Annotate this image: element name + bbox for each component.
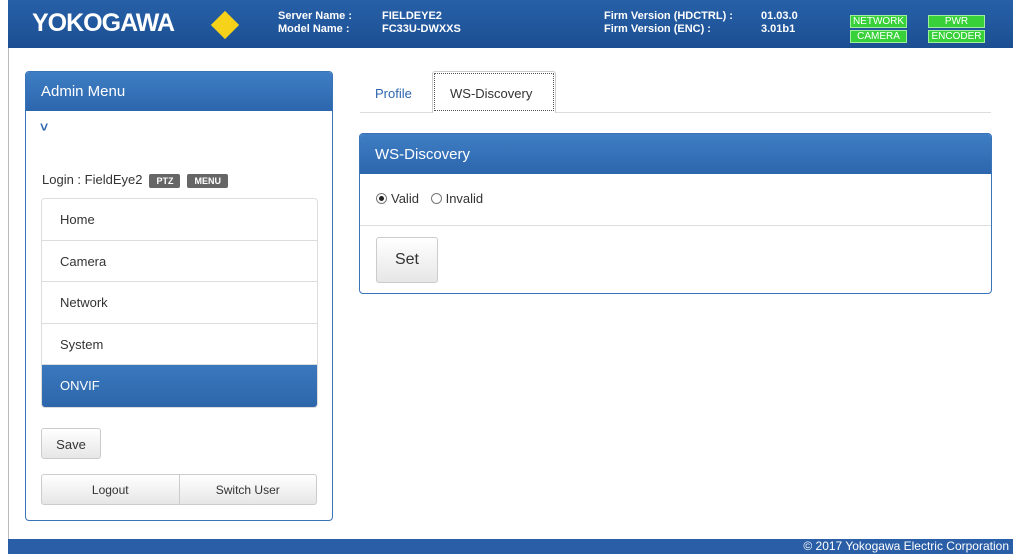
ws-discovery-options: Valid Invalid [376, 191, 483, 206]
encoder-indicator: ENCODER [928, 30, 985, 43]
admin-menu-title: Admin Menu [26, 72, 332, 111]
invalid-radio[interactable] [430, 193, 442, 204]
save-button[interactable]: Save [41, 428, 101, 459]
switch-user-button[interactable]: Switch User [178, 475, 317, 504]
sidebar-item-system[interactable]: System [42, 323, 317, 365]
invalid-label[interactable]: Invalid [446, 191, 484, 206]
admin-menu-panel: Admin Menu ˅ Login : FieldEye2 PTZ MENU Ho… [25, 71, 333, 521]
page: YOKOGAWA Server Name : Model Name : FIEL… [0, 0, 1013, 554]
model-name-value: FC33U-DWXXS [382, 23, 461, 35]
footer-copyright: © 2017 Yokogawa Electric Corporation [8, 539, 1013, 554]
user-button-group: Logout Switch User [41, 474, 317, 505]
firm-hdctrl-value: 01.03.0 [761, 10, 798, 22]
chevron-down-icon[interactable]: ˅ [40, 119, 48, 135]
valid-label[interactable]: Valid [391, 191, 419, 206]
sidebar-item-onvif[interactable]: ONVIF [42, 365, 317, 407]
menu-badge: MENU [187, 173, 228, 188]
sidebar-item-network[interactable]: Network [42, 282, 317, 324]
panel-divider [360, 225, 991, 226]
set-button[interactable]: Set [376, 237, 438, 283]
admin-menu-list: Home Camera Network System ONVIF [41, 198, 318, 408]
sidebar-item-home[interactable]: Home [42, 199, 317, 241]
model-name-label: Model Name : [278, 23, 350, 35]
sidebar-item-camera[interactable]: Camera [42, 240, 317, 282]
yokogawa-logo: YOKOGAWA [32, 9, 175, 37]
ws-discovery-panel: WS-Discovery Valid Invalid Set [359, 133, 992, 294]
firm-enc-value: 3.01b1 [761, 23, 796, 35]
ws-discovery-panel-title: WS-Discovery [360, 134, 991, 174]
pwr-indicator: PWR [928, 15, 985, 28]
logout-button[interactable]: Logout [42, 475, 179, 504]
app-header: YOKOGAWA Server Name : Model Name : FIEL… [8, 0, 1013, 48]
valid-radio[interactable] [376, 193, 387, 204]
logo-diamond-icon [210, 10, 240, 40]
tab-profile[interactable]: Profile [375, 86, 412, 101]
page-left-border [8, 48, 9, 539]
login-info: Login : FieldEye2 PTZ MENU [42, 172, 228, 188]
login-text: Login : FieldEye2 [42, 172, 143, 187]
firm-hdctrl-label: Firm Version (HDCTRL) : [604, 10, 733, 22]
camera-indicator: CAMERA [850, 30, 907, 43]
server-name-label: Server Name : [278, 10, 352, 22]
server-name-value: FIELDEYE2 [382, 10, 442, 22]
network-indicator: NETWORK [850, 15, 907, 28]
firm-enc-label: Firm Version (ENC) : [604, 23, 711, 35]
tab-ws-discovery[interactable]: WS-Discovery [432, 71, 556, 113]
ptz-badge: PTZ [149, 173, 181, 188]
